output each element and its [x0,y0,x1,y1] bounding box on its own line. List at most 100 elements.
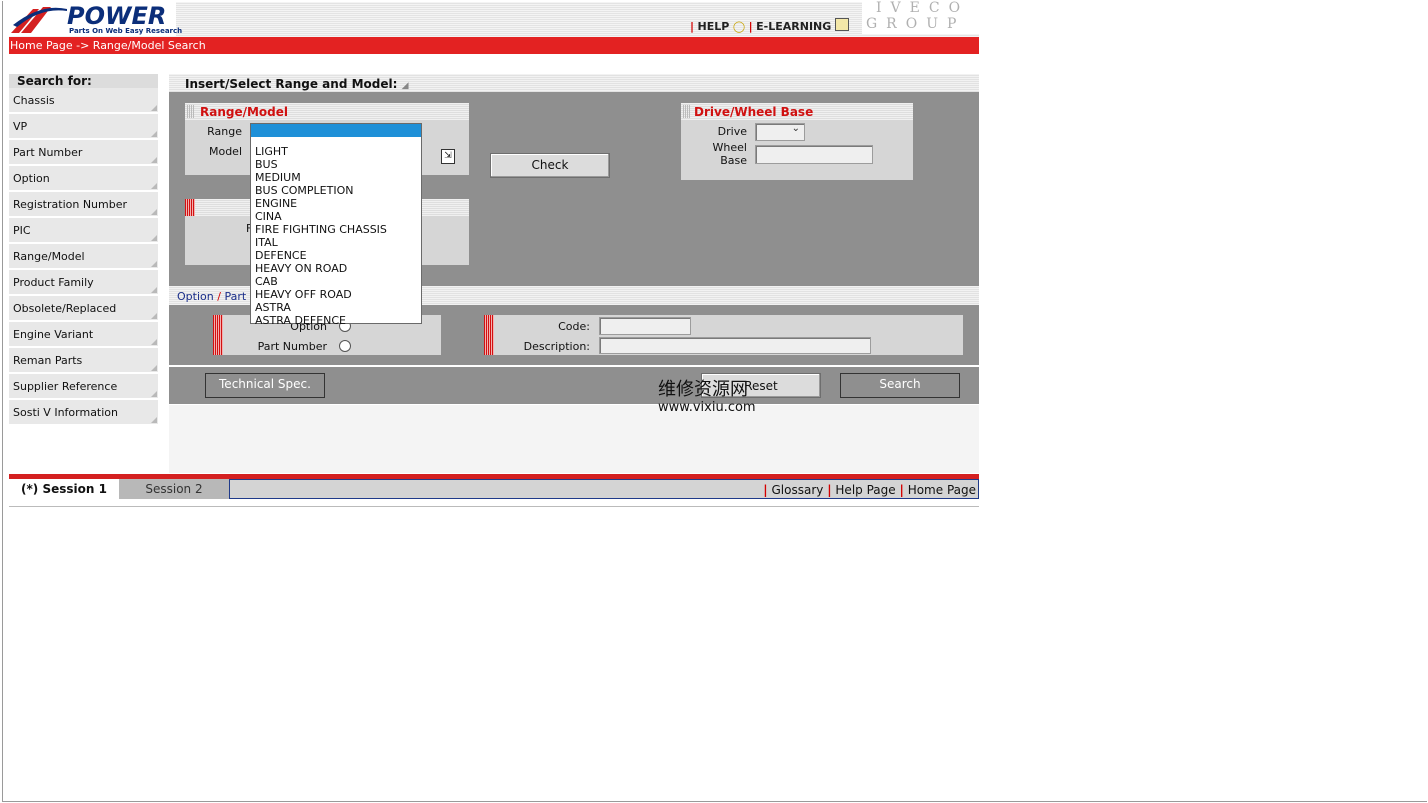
footer-bar: (*) Session 1 Session 2 | Glossary | Hel… [9,479,979,499]
sidebar-item-label: Product Family [13,276,94,289]
range-option[interactable]: MEDIUM [251,171,421,184]
sidebar-title: Search for: [9,74,158,88]
content-filler [169,405,979,473]
range-model-title: Range/Model [200,105,289,119]
range-model-box-header: Range/Model [185,103,469,120]
sidebar-item-label: Reman Parts [13,354,83,367]
range-option[interactable]: CAB [251,275,421,288]
corner-marker-icon [151,417,157,423]
corner-marker-icon [151,235,157,241]
search-button[interactable]: Search [840,373,960,398]
help-link[interactable]: HELP [698,20,730,33]
help-page-link[interactable]: Help Page [835,483,895,497]
panel-title: Insert/Select Range and Model: ◢ [185,77,409,91]
corner-marker-icon [151,313,157,319]
range-label: Range [207,125,242,138]
chevron-down-icon: ⌄ [791,123,800,134]
corner-marker-icon [151,339,157,345]
tab-session-1[interactable]: (*) Session 1 [9,479,119,499]
sidebar-item-product-family[interactable]: Product Family [9,270,158,296]
elearning-book-icon[interactable] [834,18,849,31]
part-number-radio[interactable] [339,340,351,352]
range-dropdown-spacer [251,137,421,145]
sidebar-item-label: Obsolete/Replaced [13,302,117,315]
wheel-label: Wheel [712,141,747,154]
model-lookup-icon[interactable]: ⇲ [441,149,455,164]
grip-icon [187,105,195,118]
wheelbase-input[interactable] [755,145,873,164]
sidebar-item-label: Part Number [13,146,83,159]
sidebar-title-text: Search for: [17,74,92,88]
corner-marker-icon [151,183,157,189]
sidebar-item-obsolete-replaced[interactable]: Obsolete/Replaced [9,296,158,322]
range-option[interactable]: HEAVY OFF ROAD [251,288,421,301]
sidebar-item-vp[interactable]: VP [9,114,158,140]
sidebar-item-part-number[interactable]: Part Number [9,140,158,166]
range-option[interactable]: DEFENCE [251,249,421,262]
range-option[interactable]: ITAL [251,236,421,249]
corner-marker-icon [151,105,157,111]
check-button[interactable]: Check [490,153,610,178]
red-grip-icon [185,199,195,216]
range-dropdown-list[interactable]: LIGHT BUS MEDIUM BUS COMPLETION ENGINE C… [250,123,422,327]
sidebar-item-registration-number[interactable]: Registration Number [9,192,158,218]
sidebar-item-option[interactable]: Option [9,166,158,192]
tab-session-2[interactable]: Session 2 [119,479,229,499]
sidebar-item-label: Sosti V Information [13,406,119,419]
corner-marker-icon [151,131,157,137]
sidebar-item-label: Supplier Reference [13,380,118,393]
breadcrumb-text[interactable]: Home Page -> Range/Model Search [9,39,206,52]
logo-swoosh-icon [11,7,67,33]
range-option[interactable]: CINA [251,210,421,223]
part-title-text: Part [224,290,247,303]
home-page-link[interactable]: Home Page [908,483,976,497]
range-option[interactable]: HEAVY ON ROAD [251,262,421,275]
sidebar-item-reman-parts[interactable]: Reman Parts [9,348,158,374]
sidebar-item-supplier-reference[interactable]: Supplier Reference [9,374,158,400]
range-option[interactable]: ENGINE [251,197,421,210]
range-selected-option[interactable] [251,124,421,137]
code-input[interactable] [599,317,691,335]
option-part-title: Option / Part [177,290,246,303]
watermark-cn-text: 维修资源网 [658,379,748,400]
description-input[interactable] [599,337,871,354]
option-title-separator: / [217,290,221,303]
sidebar-item-sosti-v-information[interactable]: Sosti V Information [9,400,158,426]
corner-marker-icon [151,209,157,215]
brand-line-1: IVECO [876,0,970,16]
corner-marker-icon [151,391,157,397]
drive-select[interactable]: ⌄ [755,123,805,141]
sidebar-item-range-model[interactable]: Range/Model [9,244,158,270]
sidebar-item-engine-variant[interactable]: Engine Variant [9,322,158,348]
lightbulb-icon[interactable]: ◯ [733,20,745,33]
iveco-group-logo: IVECO GROUP [862,0,979,34]
range-option[interactable]: ASTRA DEFENCE [251,314,421,327]
sidebar-item-chassis[interactable]: Chassis [9,88,158,114]
range-option[interactable]: BUS COMPLETION [251,184,421,197]
sidebar-item-label: Registration Number [13,198,128,211]
glossary-link[interactable]: Glossary [771,483,823,497]
resize-corner-icon: ◢ [401,81,409,91]
model-label: Model [208,145,242,158]
elearning-link[interactable]: E-LEARNING [756,20,831,33]
footer-divider [9,506,979,507]
drive-wheelbase-box-header: Drive/Wheel Base [681,103,913,120]
sidebar-item-pic[interactable]: PIC [9,218,158,244]
range-option[interactable]: FIRE FIGHTING CHASSIS [251,223,421,236]
range-option[interactable]: ASTRA [251,301,421,314]
corner-marker-icon [151,365,157,371]
power-logo[interactable]: POWER Parts On Web Easy Research [9,2,182,36]
code-label: Code: [558,320,590,333]
drive-wheelbase-title: Drive/Wheel Base [694,105,814,119]
range-option[interactable]: BUS [251,158,421,171]
technical-spec-button[interactable]: Technical Spec. [205,373,325,398]
range-option[interactable]: LIGHT [251,145,421,158]
logo-text: POWER [67,2,167,30]
part-number-radio-label: Part Number [257,340,327,353]
sidebar-item-label: Option [13,172,50,185]
corner-marker-icon [151,261,157,267]
base-label: Base [720,154,747,167]
corner-marker-icon [151,157,157,163]
panel-title-text: Insert/Select Range and Model: [185,77,398,91]
header-links: | HELP ◯ | E-LEARNING [690,18,849,33]
